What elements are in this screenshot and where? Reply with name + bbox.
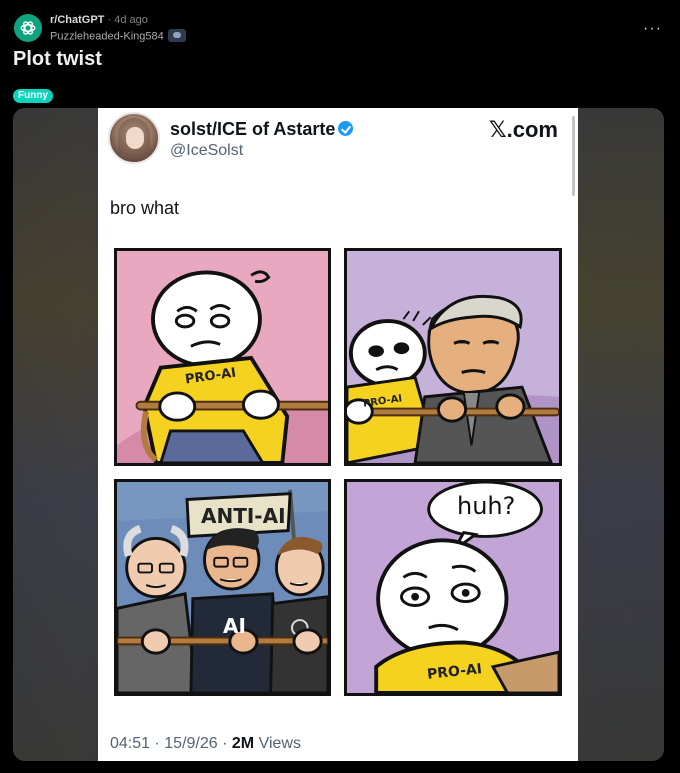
post-title[interactable]: Plot twist	[13, 48, 102, 71]
author-link[interactable]: Puzzleheaded-King584	[50, 30, 164, 42]
media-blur-background-left	[13, 108, 98, 761]
tweet-metadata: 04:51 · 15/9/26 · 2M Views	[110, 735, 301, 753]
post-header: r/ChatGPT · 4d ago Puzzleheaded-King584 …	[0, 0, 680, 50]
author-line: Puzzleheaded-King584	[50, 29, 186, 43]
x-logo-icon: 𝕏	[488, 118, 507, 143]
panel-3-shirt-text: AI	[223, 614, 246, 638]
tweet-display-name-line: solst/ICE of Astarte	[170, 119, 354, 140]
post-media[interactable]: solst/ICE of Astarte @IceSolst 𝕏.com bro…	[13, 108, 664, 761]
media-blur-background-right	[577, 108, 664, 761]
comic-panel-4: huh? PRO-AI	[344, 479, 562, 696]
tweet-handle: @IceSolst	[170, 142, 244, 159]
tweet-views-label: Views	[258, 735, 301, 752]
verified-badge-icon	[338, 120, 354, 136]
openai-logo-icon	[20, 21, 36, 35]
subreddit-avatar-icon[interactable]	[14, 14, 42, 42]
tweet-display-name: solst/ICE of Astarte	[170, 119, 336, 139]
tweet-time: 04:51	[110, 735, 151, 752]
comic-panel-1: PRO-AI	[114, 248, 331, 466]
comic-panel-3: ANTI-AI AI	[114, 479, 331, 696]
tweet-author-avatar	[108, 112, 160, 164]
panel-3-flag-text: ANTI-AI	[201, 504, 286, 528]
tweet-date: 15/9/26	[164, 735, 218, 752]
speech-bubble-text: huh?	[457, 492, 516, 520]
more-options-button[interactable]: ···	[643, 20, 662, 38]
post-flair[interactable]: Funny	[13, 89, 53, 103]
comic-image: PRO-AI PRO-AI ANTI-AI AI huh? PRO-AI	[112, 246, 564, 706]
user-badge-icon	[167, 29, 186, 42]
site-suffix: .com	[506, 117, 558, 142]
separator: ·	[154, 735, 160, 752]
tweet-views-count: 2M	[231, 735, 255, 752]
scrollbar[interactable]	[572, 116, 575, 196]
separator: ·	[107, 14, 112, 26]
panel-4-drawing	[374, 482, 559, 693]
avatar-face	[126, 127, 144, 149]
panel-2-drawing	[347, 294, 559, 463]
post-age: 4d ago	[114, 14, 148, 26]
comic-panel-2: PRO-AI	[344, 248, 562, 466]
x-com-logo: 𝕏.com	[489, 117, 558, 143]
tweet-screenshot: solst/ICE of Astarte @IceSolst 𝕏.com bro…	[98, 108, 578, 761]
tweet-text: bro what	[110, 198, 180, 218]
panel-1-drawing	[117, 270, 328, 463]
subreddit-line: r/ChatGPT · 4d ago	[50, 14, 148, 26]
separator: ·	[222, 735, 228, 752]
subreddit-link[interactable]: r/ChatGPT	[50, 14, 104, 26]
